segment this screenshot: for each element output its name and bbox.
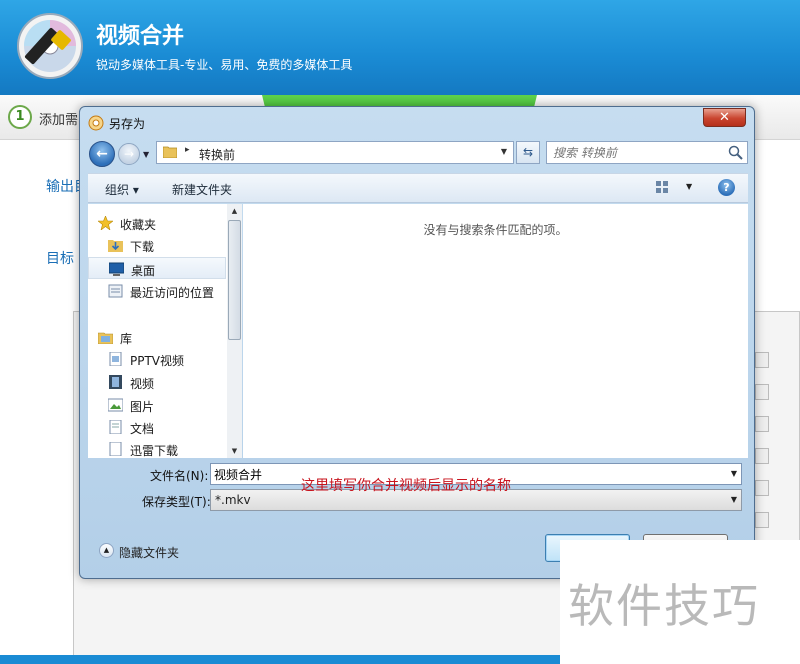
- nav-label: 桌面: [131, 264, 156, 278]
- library-doc-icon: [109, 442, 122, 456]
- forward-arrow-icon[interactable]: →: [118, 143, 140, 165]
- breadcrumb-separator-icon[interactable]: ▸: [185, 145, 190, 155]
- nav-item-desktop[interactable]: 桌面: [88, 257, 226, 279]
- search-input[interactable]: [553, 145, 723, 161]
- picture-icon: [108, 398, 123, 412]
- empty-results-message: 没有与搜索条件匹配的项。: [423, 223, 568, 237]
- nav-item-pptv-videos[interactable]: PPTV视频: [88, 348, 228, 370]
- back-arrow-icon[interactable]: ←: [89, 141, 115, 167]
- row-dropdown-icon[interactable]: [755, 448, 769, 464]
- nav-label: 视频: [130, 377, 155, 391]
- collapse-arrow-icon[interactable]: ▲: [99, 543, 114, 558]
- recent-places-icon: [108, 284, 123, 298]
- annotation-note: 这里填写你合并视频后显示的名称: [301, 478, 511, 494]
- address-dropdown-icon[interactable]: ▼: [501, 147, 507, 156]
- row-dropdown-icon[interactable]: [755, 512, 769, 528]
- library-doc-icon: [109, 352, 122, 366]
- step1-number: 1: [8, 105, 32, 129]
- nav-label: 下载: [130, 240, 155, 254]
- save-as-dialog: 另存为 ✕ ← → ▼ ▸ 转换前 ▼ ⇆ 组织 ▾ 新建文件夹 ▼ ?: [79, 106, 755, 579]
- nav-label: 最近访问的位置: [130, 286, 215, 300]
- search-icon[interactable]: [728, 145, 743, 160]
- file-list-pane[interactable]: 没有与搜索条件匹配的项。: [243, 204, 748, 458]
- desktop-icon: [109, 262, 124, 276]
- close-button[interactable]: ✕: [703, 108, 746, 127]
- recent-locations-dropdown-icon[interactable]: ▼: [143, 150, 149, 159]
- view-options-icon[interactable]: [655, 180, 669, 194]
- document-icon: [109, 420, 122, 434]
- dialog-title: 另存为: [109, 117, 146, 131]
- app-logo-icon: [17, 13, 83, 79]
- filetype-label: 保存类型(T):: [142, 495, 211, 509]
- help-icon[interactable]: ?: [718, 179, 735, 196]
- save-as-app-icon: [88, 115, 104, 131]
- row-dropdown-icon[interactable]: [755, 480, 769, 496]
- organize-menu[interactable]: 组织 ▾: [105, 181, 139, 198]
- filename-label: 文件名(N):: [150, 469, 209, 483]
- refresh-icon[interactable]: ⇆: [516, 141, 540, 164]
- nav-label: 迅雷下载: [130, 444, 179, 458]
- filetype-dropdown-icon[interactable]: ▼: [731, 495, 737, 504]
- nav-favorites-header[interactable]: 收藏夹: [88, 212, 228, 234]
- nav-item-videos[interactable]: 视频: [88, 371, 228, 393]
- row-dropdown-icon[interactable]: [755, 352, 769, 368]
- row-dropdown-icon[interactable]: [755, 384, 769, 400]
- navigation-pane: 收藏夹 下载 桌面 最近访问的位置 库 PPTV视频 视频 图片 文档 迅雷下载: [88, 204, 242, 458]
- row-dropdown-icon[interactable]: [755, 416, 769, 432]
- filetype-value: *.mkv: [215, 493, 251, 507]
- app-header: 视频合并 锐动多媒体工具-专业、易用、免费的多媒体工具: [0, 0, 800, 95]
- app-bottom-bar: [0, 655, 560, 664]
- library-icon: [98, 332, 113, 344]
- nav-item-downloads[interactable]: 下载: [88, 234, 228, 256]
- new-folder-button[interactable]: 新建文件夹: [172, 181, 232, 198]
- step1-label[interactable]: 添加需: [39, 109, 78, 128]
- folder-icon: [163, 146, 177, 158]
- app-title: 视频合并: [96, 24, 185, 49]
- video-film-icon: [109, 375, 122, 389]
- toolbar: 组织 ▾ 新建文件夹 ▼ ?: [88, 173, 748, 203]
- scroll-down-arrow-icon[interactable]: ▼: [227, 444, 242, 458]
- nav-label: 库: [120, 332, 133, 346]
- nav-item-pictures[interactable]: 图片: [88, 394, 228, 416]
- nav-item-recent-places[interactable]: 最近访问的位置: [88, 280, 228, 302]
- nav-libraries-header[interactable]: 库: [88, 326, 228, 348]
- nav-label: 文档: [130, 422, 155, 436]
- target-label: 目标: [46, 251, 74, 267]
- watermark-text: 软件技巧: [568, 579, 760, 633]
- filename-dropdown-icon[interactable]: ▼: [731, 469, 737, 478]
- nav-scrollbar[interactable]: ▲ ▼: [227, 204, 242, 458]
- hide-folders-label: 隐藏文件夹: [119, 546, 180, 560]
- breadcrumb-current-folder[interactable]: 转换前: [199, 146, 235, 163]
- nav-item-documents[interactable]: 文档: [88, 416, 228, 438]
- scroll-thumb[interactable]: [228, 220, 241, 340]
- nav-label: 图片: [130, 400, 155, 414]
- view-dropdown-icon[interactable]: ▼: [686, 182, 692, 191]
- star-icon: [98, 216, 113, 230]
- nav-label: 收藏夹: [120, 218, 157, 232]
- nav-item-thunder-downloads[interactable]: 迅雷下载: [88, 438, 228, 458]
- scroll-up-arrow-icon[interactable]: ▲: [227, 204, 242, 218]
- downloads-folder-icon: [108, 240, 123, 252]
- search-box[interactable]: [546, 141, 748, 164]
- app-subtitle: 锐动多媒体工具-专业、易用、免费的多媒体工具: [96, 58, 353, 72]
- address-bar[interactable]: ▸ 转换前 ▼: [156, 141, 514, 164]
- nav-label: PPTV视频: [130, 354, 185, 368]
